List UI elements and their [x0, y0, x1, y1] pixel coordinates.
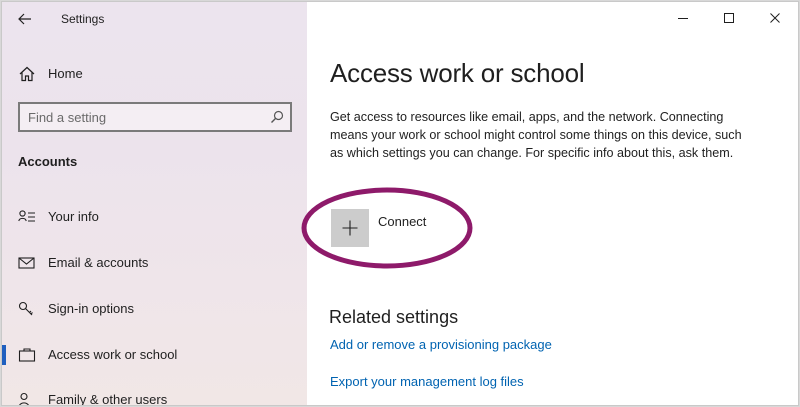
section-title: Accounts [18, 154, 78, 169]
export-logs-link[interactable]: Export your management log files [330, 374, 524, 389]
provisioning-package-link[interactable]: Add or remove a provisioning package [330, 337, 552, 352]
minimize-icon [678, 18, 688, 19]
main-content: Access work or school Get access to reso… [301, 2, 798, 405]
search-box[interactable] [18, 102, 292, 132]
title-bar: Settings [2, 2, 307, 36]
sidebar: Settings Home Accounts Your info [2, 2, 307, 405]
home-nav-item[interactable]: Home [2, 58, 307, 88]
sidebar-item-family-users[interactable]: Family & other users [2, 383, 307, 406]
back-button[interactable] [10, 6, 40, 32]
close-icon [770, 13, 780, 23]
sidebar-item-sign-in-options[interactable]: Sign-in options [2, 292, 307, 326]
person-add-icon [19, 392, 29, 405]
maximize-button[interactable] [706, 2, 752, 34]
sidebar-item-label: Your info [48, 209, 99, 224]
page-description: Get access to resources like email, apps… [330, 110, 742, 160]
envelope-icon [18, 257, 35, 269]
search-input[interactable] [28, 108, 258, 126]
sidebar-item-label: Email & accounts [48, 255, 149, 270]
sidebar-item-label: Sign-in options [48, 301, 134, 316]
related-settings-heading: Related settings [329, 307, 459, 327]
app-title: Settings [61, 12, 105, 26]
person-info-icon [18, 210, 35, 222]
home-label: Home [48, 66, 83, 81]
maximize-icon [724, 13, 734, 23]
page-title: Access work or school [330, 58, 585, 88]
close-button[interactable] [752, 2, 798, 34]
sidebar-item-access-work-school[interactable]: Access work or school [2, 338, 307, 372]
sidebar-item-your-info[interactable]: Your info [2, 200, 307, 234]
sidebar-item-label: Family & other users [48, 392, 168, 406]
home-icon [19, 66, 35, 82]
back-arrow-icon [18, 13, 31, 25]
plus-icon [342, 220, 358, 236]
connect-button[interactable] [331, 209, 369, 247]
sidebar-item-email-accounts[interactable]: Email & accounts [2, 246, 307, 280]
connect-label[interactable]: Connect [378, 214, 426, 229]
key-icon [18, 301, 33, 316]
minimize-button[interactable] [660, 2, 706, 34]
search-icon[interactable] [270, 110, 284, 124]
briefcase-icon [18, 348, 36, 362]
sidebar-item-label: Access work or school [48, 347, 178, 362]
settings-window: Settings Home Accounts Your info [1, 1, 799, 406]
window-controls [660, 2, 798, 34]
